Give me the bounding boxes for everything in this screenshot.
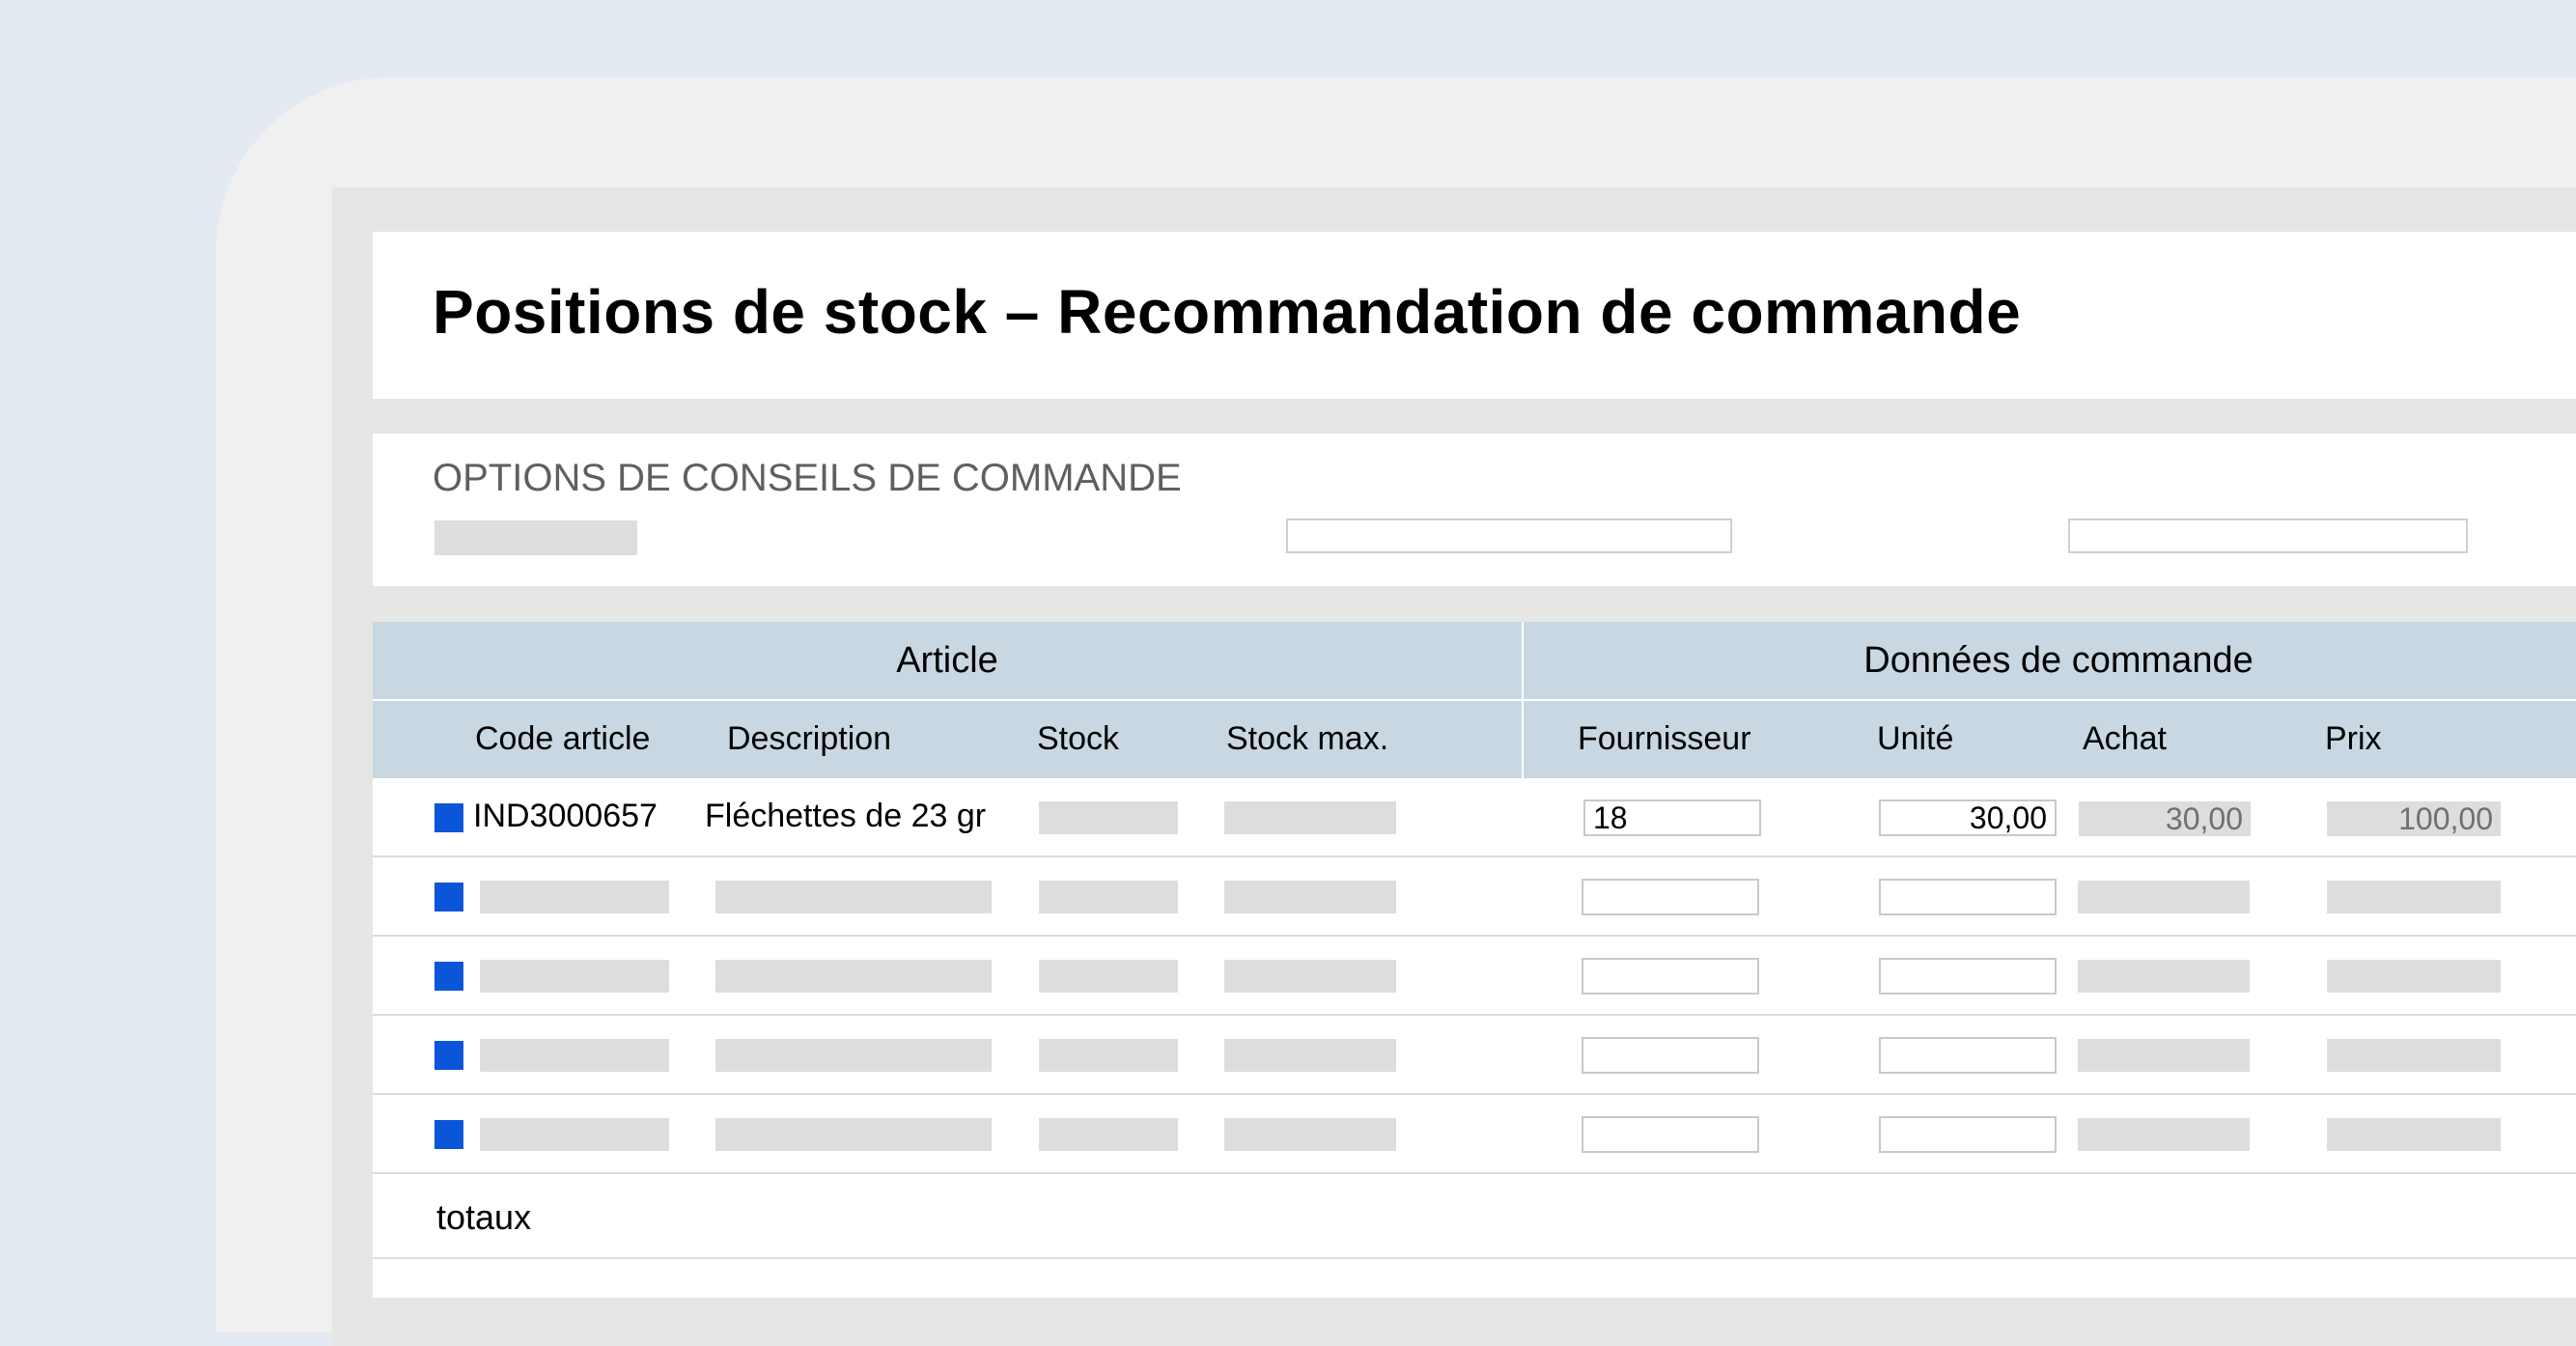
- description-placeholder: [715, 960, 992, 993]
- option-field-2[interactable]: [2068, 519, 2468, 553]
- price-placeholder: [2327, 881, 2501, 913]
- unit-input[interactable]: [1879, 958, 2057, 995]
- blue-square-icon: [434, 1041, 463, 1070]
- purchase-placeholder: [2078, 1039, 2250, 1072]
- unit-input[interactable]: [1879, 1037, 2057, 1074]
- header-divider: [1522, 622, 1524, 778]
- description-placeholder: [715, 1118, 992, 1151]
- code-placeholder: [480, 1039, 669, 1072]
- column-header-row-order: Fournisseur Unité Achat Prix: [1524, 701, 2576, 778]
- supplier-input[interactable]: [1582, 879, 1759, 915]
- stock-placeholder: [1039, 960, 1178, 993]
- purchase-value: 30,00: [2079, 801, 2251, 836]
- article-code: IND3000657: [473, 798, 658, 834]
- option-field-1[interactable]: [1286, 519, 1732, 553]
- column-header-code[interactable]: Code article: [475, 720, 650, 758]
- options-title: OPTIONS DE CONSEILS DE COMMANDE: [433, 457, 1182, 499]
- stock-max-placeholder: [1224, 801, 1396, 834]
- column-header-row: Code article Description Stock Stock max…: [373, 701, 1522, 778]
- code-placeholder: [480, 1118, 669, 1151]
- stock-placeholder: [1039, 1039, 1178, 1072]
- unit-input[interactable]: 30,00: [1879, 799, 2057, 836]
- column-header-purchase[interactable]: Achat: [2083, 720, 2167, 758]
- stock-max-placeholder: [1224, 960, 1396, 993]
- code-placeholder: [480, 960, 669, 993]
- price-placeholder: [2327, 1118, 2501, 1151]
- code-placeholder: [480, 881, 669, 913]
- column-header-stock[interactable]: Stock: [1037, 720, 1119, 758]
- group-header-article: Article: [373, 622, 1522, 699]
- totals-row: totaux: [373, 1178, 2576, 1259]
- stock-placeholder: [1039, 801, 1178, 834]
- option-placeholder: [434, 520, 637, 555]
- column-header-description[interactable]: Description: [727, 720, 891, 758]
- column-header-supplier[interactable]: Fournisseur: [1578, 720, 1751, 758]
- blue-square-icon: [434, 1120, 463, 1149]
- table-row[interactable]: IND3000657 Fléchettes de 23 gr 18 30,00 …: [373, 778, 2576, 857]
- description-placeholder: [715, 881, 992, 913]
- supplier-input[interactable]: [1582, 1037, 1759, 1074]
- supplier-input[interactable]: [1582, 958, 1759, 995]
- table-row[interactable]: [373, 1095, 2576, 1174]
- column-header-stock-max[interactable]: Stock max.: [1226, 720, 1388, 758]
- table-row[interactable]: [373, 1016, 2576, 1095]
- price-value: 100,00: [2327, 801, 2501, 836]
- unit-input[interactable]: [1879, 1116, 2057, 1153]
- stock-placeholder: [1039, 881, 1178, 913]
- description-placeholder: [715, 1039, 992, 1072]
- column-header-price[interactable]: Prix: [2325, 720, 2382, 758]
- stock-max-placeholder: [1224, 881, 1396, 913]
- blue-square-icon: [434, 883, 463, 911]
- totals-label: totaux: [436, 1197, 532, 1237]
- title-panel: Positions de stock – Recommandation de c…: [373, 232, 2576, 399]
- blue-square-icon: [434, 962, 463, 991]
- page-title: Positions de stock – Recommandation de c…: [433, 277, 2022, 347]
- purchase-placeholder: [2078, 881, 2250, 913]
- stock-max-placeholder: [1224, 1039, 1396, 1072]
- order-options-panel: OPTIONS DE CONSEILS DE COMMANDE: [373, 434, 2576, 586]
- stock-placeholder: [1039, 1118, 1178, 1151]
- price-placeholder: [2327, 960, 2501, 993]
- supplier-input[interactable]: 18: [1583, 799, 1761, 836]
- article-description: Fléchettes de 23 gr: [705, 798, 987, 834]
- table-row[interactable]: [373, 937, 2576, 1016]
- purchase-placeholder: [2078, 1118, 2250, 1151]
- group-header-order-data: Données de commande: [1524, 622, 2576, 699]
- purchase-placeholder: [2078, 960, 2250, 993]
- stock-max-placeholder: [1224, 1118, 1396, 1151]
- stock-table: Article Données de commande Code article…: [373, 622, 2576, 1298]
- price-placeholder: [2327, 1039, 2501, 1072]
- unit-input[interactable]: [1879, 879, 2057, 915]
- table-row[interactable]: [373, 857, 2576, 937]
- supplier-input[interactable]: [1582, 1116, 1759, 1153]
- blue-square-icon: [434, 803, 463, 832]
- column-header-unit[interactable]: Unité: [1877, 720, 1953, 758]
